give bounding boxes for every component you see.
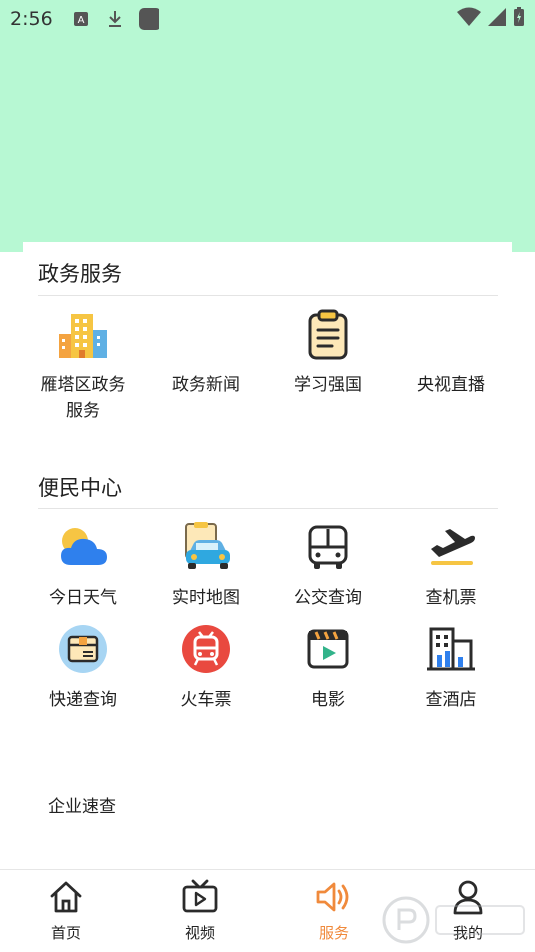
movie-icon xyxy=(302,623,354,675)
divider xyxy=(38,295,498,296)
tab-label: 首页 xyxy=(50,924,81,942)
tab-services[interactable]: 服务 xyxy=(289,878,379,943)
service-label: 火车票 xyxy=(180,690,232,710)
tab-home[interactable]: 首页 xyxy=(21,878,111,943)
parcel-icon xyxy=(57,623,109,675)
service-gov-news[interactable]: 政务新闻 xyxy=(145,308,267,398)
plane-icon xyxy=(425,521,477,573)
service-flight[interactable]: 查机票 xyxy=(390,521,512,611)
train-icon xyxy=(180,623,232,675)
service-label: 雁塔区政务服务 xyxy=(40,375,126,421)
speaker-icon xyxy=(315,878,353,916)
wifi-icon xyxy=(457,7,481,31)
service-label: 实时地图 xyxy=(172,588,240,608)
service-express[interactable]: 快递查询 xyxy=(22,623,144,713)
bus-icon xyxy=(302,521,354,573)
divider xyxy=(38,508,498,509)
service-weather[interactable]: 今日天气 xyxy=(22,521,144,611)
download-icon xyxy=(105,9,125,29)
section-title-gov: 政务服务 xyxy=(38,262,122,286)
map-car-icon xyxy=(180,521,232,573)
weather-icon xyxy=(57,521,109,573)
service-hotel[interactable]: 查酒店 xyxy=(390,623,512,713)
service-xuexi[interactable]: 学习强国 xyxy=(267,308,389,398)
service-label: 公交查询 xyxy=(294,588,362,608)
service-cctv-live[interactable]: 央视直播 xyxy=(390,308,512,398)
tab-video[interactable]: 视频 xyxy=(155,878,245,943)
service-label: 查酒店 xyxy=(425,690,477,710)
service-yanta-gov[interactable]: 雁塔区政务服务 xyxy=(22,308,144,424)
watermark-logo xyxy=(382,890,532,948)
section-title-convenience: 便民中心 xyxy=(38,476,122,500)
service-label: 快递查询 xyxy=(49,690,117,710)
text-a-icon: A xyxy=(71,9,91,29)
tab-label: 服务 xyxy=(318,924,349,942)
svg-text:A: A xyxy=(77,15,84,26)
service-label: 央视直播 xyxy=(417,375,485,395)
service-train[interactable]: 火车票 xyxy=(145,623,267,713)
service-label: 电影 xyxy=(311,690,345,710)
enterprise-search-link[interactable]: 企业速查 xyxy=(48,792,116,817)
status-time: 2:56 xyxy=(10,8,53,30)
tv-icon xyxy=(181,878,219,916)
service-bus[interactable]: 公交查询 xyxy=(267,521,389,611)
service-movie[interactable]: 电影 xyxy=(267,623,389,713)
service-label: 今日天气 xyxy=(49,588,117,608)
tab-label: 视频 xyxy=(184,924,215,942)
app-square-icon xyxy=(138,8,159,30)
service-label: 查机票 xyxy=(425,588,477,608)
service-label: 学习强国 xyxy=(294,375,362,395)
battery-icon xyxy=(513,7,525,31)
clipboard-icon xyxy=(302,308,354,360)
service-label: 政务新闻 xyxy=(172,375,240,395)
home-icon xyxy=(47,878,85,916)
hotel-icon xyxy=(425,623,477,675)
signal-icon xyxy=(487,7,507,31)
banner xyxy=(0,38,535,252)
service-map[interactable]: 实时地图 xyxy=(145,521,267,611)
office-building-icon xyxy=(57,308,109,360)
status-bar: 2:56 A xyxy=(0,0,535,38)
